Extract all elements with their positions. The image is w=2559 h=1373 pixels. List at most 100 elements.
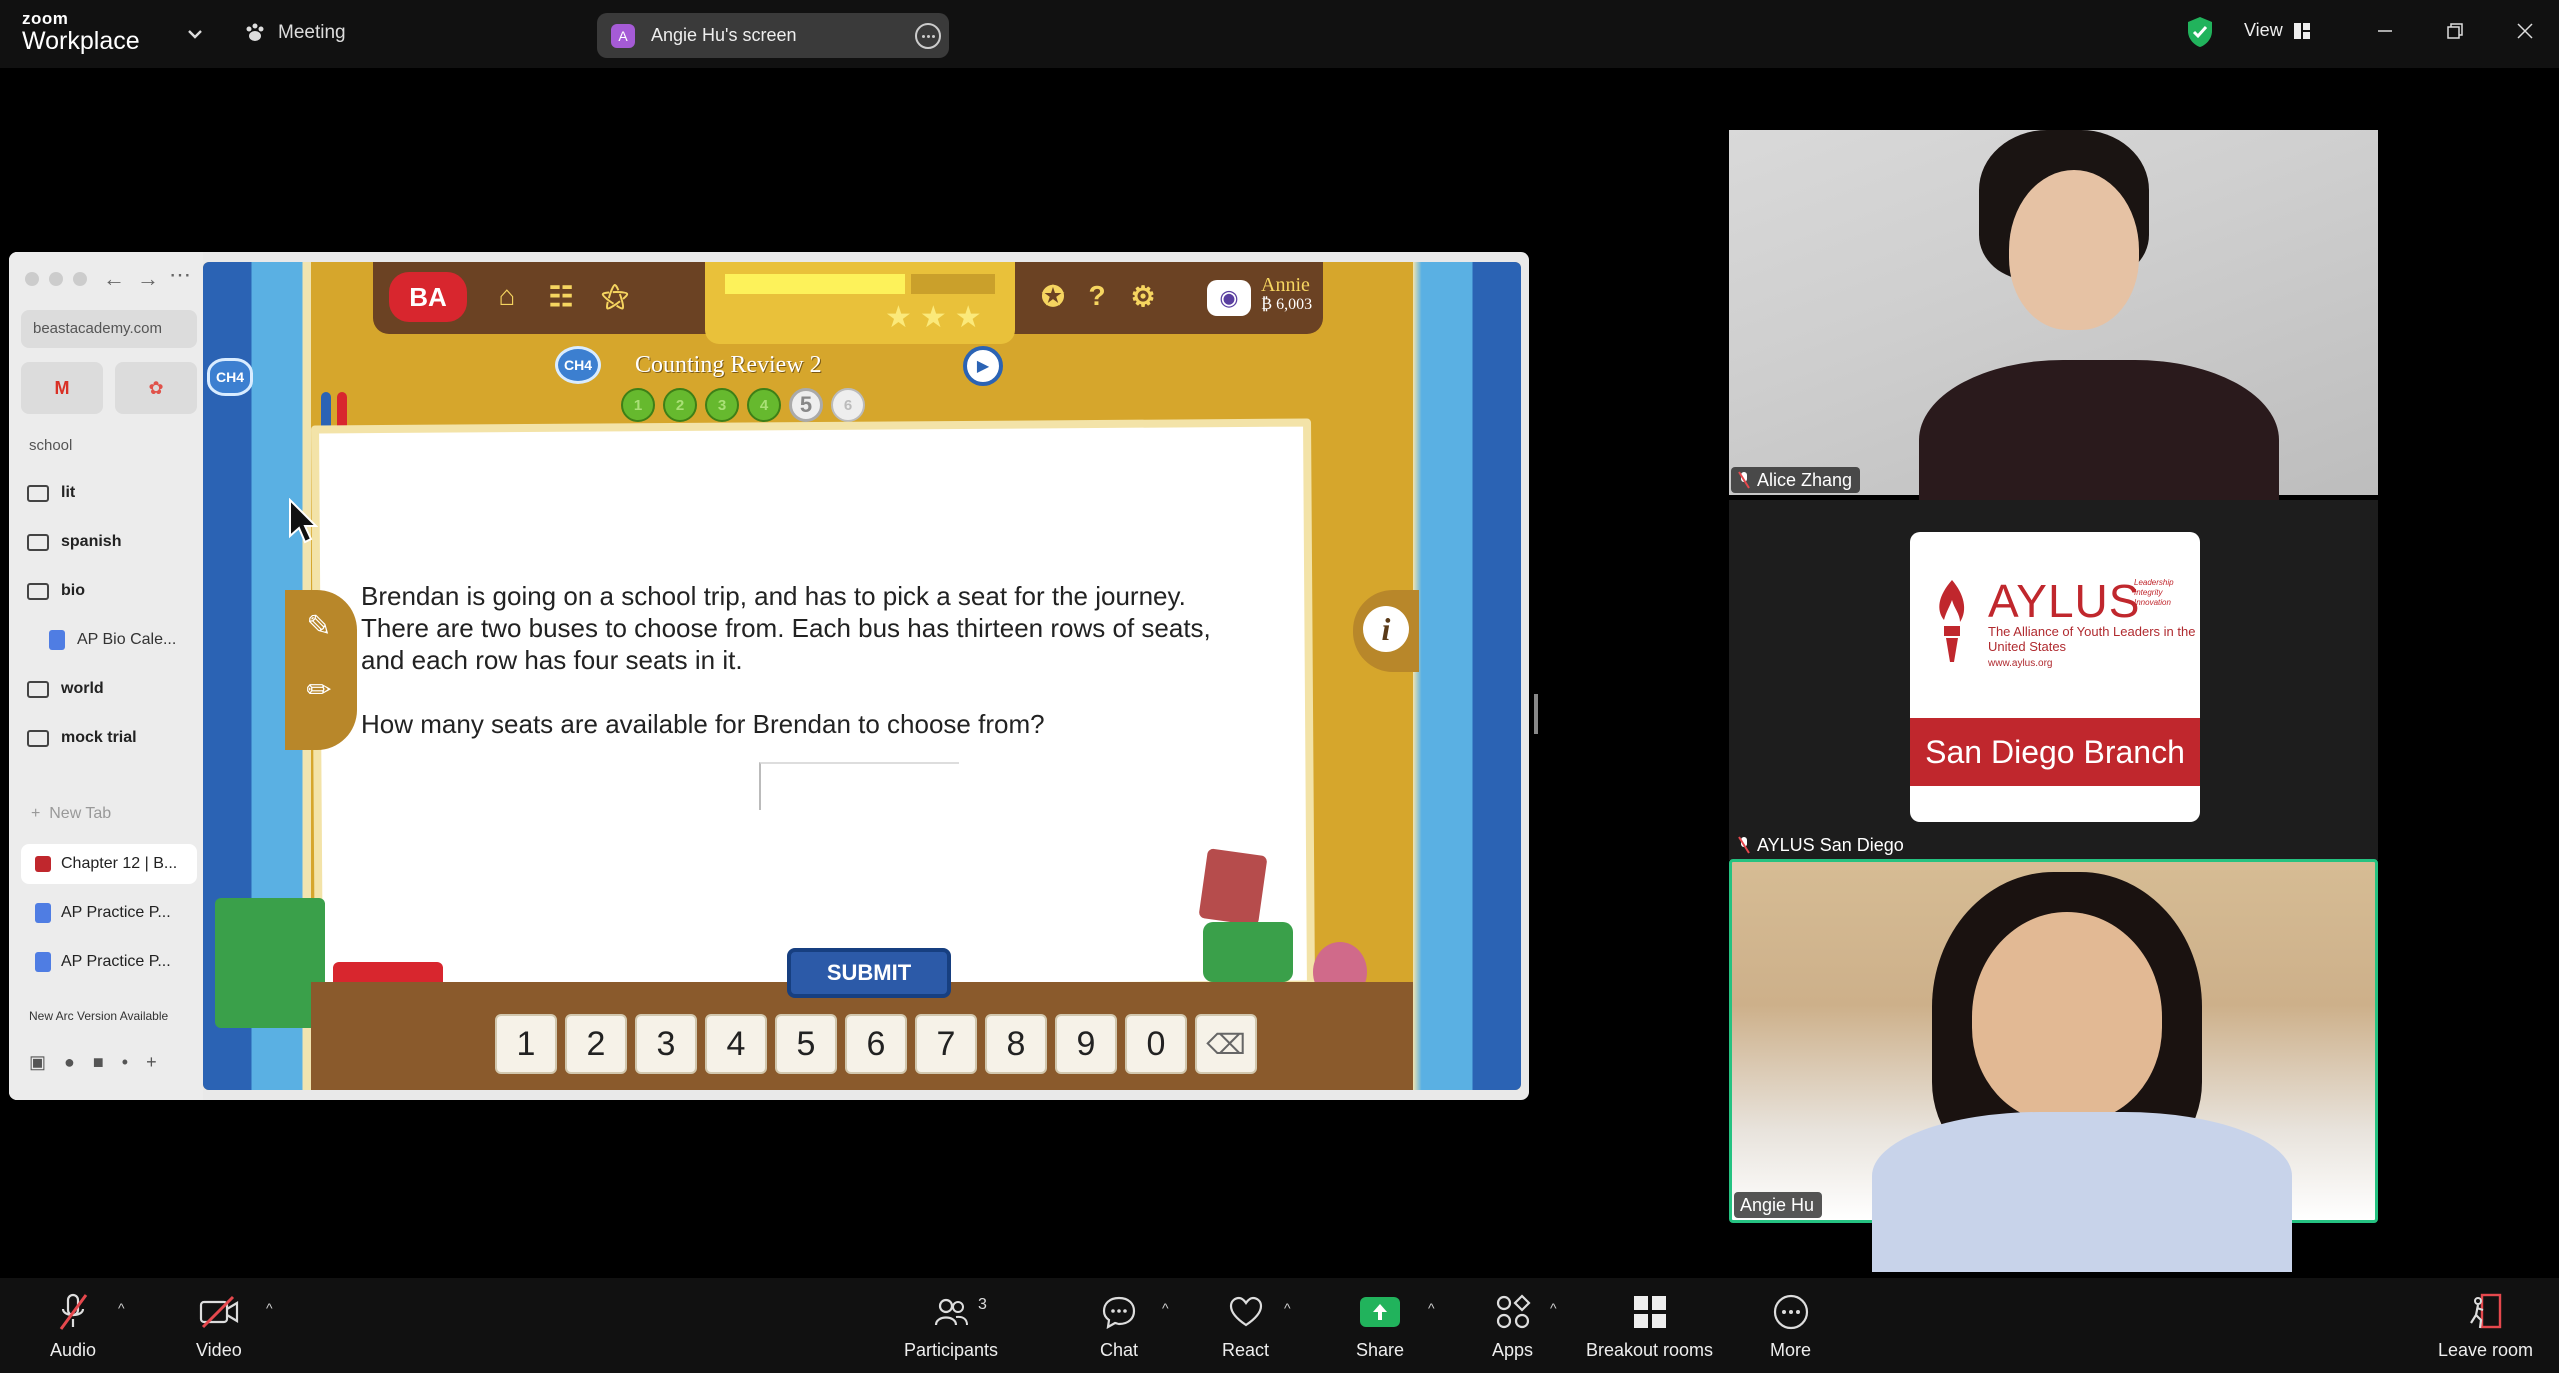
- key-3[interactable]: 3: [635, 1014, 697, 1074]
- help-icon[interactable]: ?: [1075, 276, 1119, 316]
- audio-options-caret-icon[interactable]: ^: [118, 1300, 125, 1316]
- chat-options-caret-icon[interactable]: ^: [1162, 1300, 1169, 1316]
- video-options-caret-icon[interactable]: ^: [266, 1300, 273, 1316]
- more-dots-icon[interactable]: ⋯: [169, 262, 191, 288]
- gmail-icon[interactable]: M: [21, 362, 103, 414]
- encryption-shield-icon[interactable]: [2186, 16, 2214, 48]
- shared-screen-indicator[interactable]: A Angie Hu's screen: [597, 13, 949, 58]
- problem-dot[interactable]: 6: [831, 388, 865, 422]
- problem-dot[interactable]: 2: [663, 388, 697, 422]
- add-space-icon[interactable]: +: [146, 1052, 157, 1073]
- share-options-caret-icon[interactable]: ^: [1428, 1300, 1435, 1316]
- chapter-badge[interactable]: CH4: [555, 346, 601, 384]
- video-tile-angie-hu[interactable]: Angie Hu: [1729, 859, 2378, 1272]
- backspace-icon[interactable]: ⌫: [1195, 1014, 1257, 1074]
- sidebar-folder-spanish[interactable]: spanish: [27, 533, 121, 551]
- update-notice[interactable]: New Arc Version Available: [29, 1009, 168, 1023]
- traffic-light-close[interactable]: [25, 272, 39, 286]
- participants-button[interactable]: 3 Participants: [904, 1292, 998, 1361]
- zoom-workplace-logo[interactable]: zoom Workplace: [22, 10, 140, 54]
- key-8[interactable]: 8: [985, 1014, 1047, 1074]
- home-icon[interactable]: ⌂: [485, 276, 529, 316]
- react-options-caret-icon[interactable]: ^: [1284, 1300, 1291, 1316]
- traffic-light-minimize[interactable]: [49, 272, 63, 286]
- pencil-icon[interactable]: ✎: [297, 604, 341, 648]
- key-0[interactable]: 0: [1125, 1014, 1187, 1074]
- space-dot-icon[interactable]: ●: [64, 1052, 75, 1073]
- breakout-rooms-button[interactable]: Breakout rooms: [1586, 1292, 1713, 1361]
- forward-arrow-icon[interactable]: →: [137, 266, 159, 292]
- puzzle-icon[interactable]: ⚝: [593, 276, 637, 316]
- share-label: Share: [1356, 1340, 1405, 1360]
- back-arrow-icon[interactable]: ←: [103, 266, 125, 292]
- ba-logo[interactable]: BA: [389, 272, 467, 322]
- key-5[interactable]: 5: [775, 1014, 837, 1074]
- folder-open-icon: [27, 680, 49, 698]
- problem-dot[interactable]: 1: [621, 388, 655, 422]
- key-7[interactable]: 7: [915, 1014, 977, 1074]
- video-button[interactable]: Video: [196, 1292, 242, 1361]
- sidebar-folder-world[interactable]: world: [27, 680, 104, 698]
- pinned-app-icon[interactable]: ✿: [115, 362, 197, 414]
- share-button[interactable]: Share: [1356, 1292, 1404, 1361]
- torch-logo-icon: [1939, 580, 1965, 662]
- meeting-menu[interactable]: Meeting: [244, 22, 346, 44]
- react-button[interactable]: React: [1222, 1292, 1269, 1361]
- restore-icon[interactable]: [2440, 16, 2470, 46]
- problem-dot[interactable]: 3: [705, 388, 739, 422]
- play-icon[interactable]: ▶: [963, 346, 1003, 386]
- submit-button[interactable]: SUBMIT: [787, 948, 951, 998]
- sidebar-folder-bio[interactable]: bio: [27, 582, 85, 600]
- audio-button[interactable]: Audio: [50, 1292, 96, 1361]
- more-options-icon[interactable]: [915, 23, 941, 49]
- space-icon[interactable]: ■: [93, 1052, 104, 1073]
- tab-ap-practice-1[interactable]: AP Practice P...: [21, 893, 197, 933]
- video-tile-alice-zhang[interactable]: Alice Zhang: [1729, 130, 2378, 560]
- chapter-badge-left[interactable]: CH4: [207, 358, 253, 396]
- sidebar-folder-mock-trial[interactable]: mock trial: [27, 729, 137, 747]
- award-icon[interactable]: ✪: [1031, 276, 1075, 316]
- problem-dot-current[interactable]: 5: [789, 388, 823, 422]
- eraser-icon[interactable]: ✏: [297, 668, 341, 712]
- participant-name: Angie Hu: [1740, 1194, 1815, 1215]
- book-icon[interactable]: ☷: [539, 276, 583, 316]
- aylus-tagline: Leadership Integrity Innovation: [2134, 578, 2174, 607]
- info-tab[interactable]: i: [1353, 590, 1419, 672]
- leave-room-button[interactable]: Leave room: [2438, 1292, 2533, 1361]
- key-2[interactable]: 2: [565, 1014, 627, 1074]
- user-info[interactable]: Annie ₿ 6,003: [1261, 274, 1312, 314]
- apps-options-caret-icon[interactable]: ^: [1550, 1300, 1557, 1316]
- url-bar[interactable]: beastacademy.com: [21, 310, 197, 348]
- space-dot-icon[interactable]: •: [122, 1052, 128, 1073]
- problem-dot[interactable]: 4: [747, 388, 781, 422]
- aylus-title: AYLUS: [1988, 575, 2141, 627]
- apps-button[interactable]: Apps: [1492, 1292, 1533, 1361]
- chat-button[interactable]: Chat: [1100, 1292, 1138, 1361]
- minimize-icon[interactable]: [2370, 16, 2400, 46]
- key-4[interactable]: 4: [705, 1014, 767, 1074]
- video-tile-aylus-san-diego[interactable]: AYLUS Leadership Integrity Innovation Th…: [1729, 500, 2378, 860]
- new-tab-button[interactable]: + New Tab: [31, 805, 111, 823]
- heart-icon: [1229, 1296, 1262, 1327]
- view-button[interactable]: View: [2244, 20, 2311, 41]
- logo-workplace-text: Workplace: [22, 27, 140, 55]
- tab-ap-practice-2[interactable]: AP Practice P...: [21, 942, 197, 982]
- tab-chapter-12[interactable]: Chapter 12 | B...: [21, 844, 197, 884]
- avatar-icon[interactable]: ◉: [1207, 280, 1251, 316]
- more-button[interactable]: More: [1770, 1292, 1811, 1361]
- sidebar-folder-lit[interactable]: lit: [27, 484, 75, 502]
- splitter-handle[interactable]: [1534, 694, 1538, 734]
- chevron-down-icon[interactable]: [183, 22, 207, 46]
- progress-panel: ★★★: [705, 262, 1015, 344]
- key-1[interactable]: 1: [495, 1014, 557, 1074]
- doc-icon: [35, 903, 51, 923]
- sidebar-tab-ap-bio[interactable]: AP Bio Cale...: [49, 630, 176, 650]
- archive-icon[interactable]: ▣: [29, 1052, 46, 1073]
- traffic-light-zoom[interactable]: [73, 272, 87, 286]
- key-9[interactable]: 9: [1055, 1014, 1117, 1074]
- answer-input[interactable]: [759, 762, 959, 810]
- key-6[interactable]: 6: [845, 1014, 907, 1074]
- close-icon[interactable]: [2510, 16, 2540, 46]
- tab-label: AP Practice P...: [61, 904, 171, 921]
- gear-icon[interactable]: ⚙: [1121, 276, 1165, 316]
